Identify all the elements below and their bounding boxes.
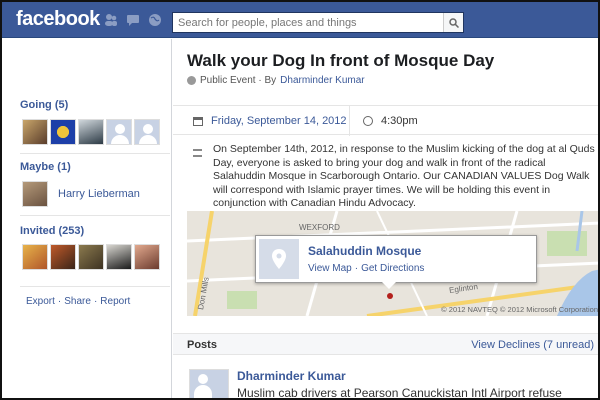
search-box[interactable]: [172, 12, 464, 33]
event-map[interactable]: WEXFORD Eglinton Don Mills © 2012 NAVTEQ…: [187, 211, 598, 316]
friend-requests-icon[interactable]: [104, 13, 118, 27]
event-title: Walk your Dog In front of Mosque Day: [187, 51, 495, 70]
event-info-bar: Friday, September 14, 2012 4:30pm: [173, 105, 598, 136]
map-copyright: © 2012 NAVTEQ © 2012 Microsoft Corporati…: [441, 305, 598, 314]
posts-header: Posts View Declines (7 unread): [173, 333, 598, 355]
messages-icon[interactable]: [126, 13, 140, 27]
left-column: Going (5) Maybe (1) Harry Lieberman Invi…: [2, 39, 172, 398]
avatar[interactable]: [134, 119, 160, 145]
top-bar: facebook: [2, 2, 598, 38]
event-host-link[interactable]: Dharminder Kumar: [280, 75, 364, 86]
going-heading[interactable]: Going (5): [20, 99, 68, 111]
place-name-link[interactable]: Salahuddin Mosque: [308, 244, 421, 258]
search-input[interactable]: [173, 13, 443, 32]
separator: ·: [93, 296, 98, 307]
search-icon: [448, 17, 459, 28]
street-label: WEXFORD: [299, 223, 340, 232]
screenshot-frame: facebook Going (5): [0, 0, 600, 400]
maybe-list-item[interactable]: Harry Lieberman: [22, 181, 140, 207]
notifications-globe-icon[interactable]: [148, 13, 162, 27]
avatar[interactable]: [78, 244, 104, 270]
facebook-logo[interactable]: facebook: [16, 8, 100, 31]
description-icon: [193, 149, 202, 157]
invited-avatars: [22, 244, 160, 270]
clock-icon: [363, 116, 373, 126]
jewel-icons: [104, 13, 162, 27]
get-directions-link[interactable]: Get Directions: [361, 263, 424, 274]
event-footer-links: Export · Share · Report: [26, 296, 130, 307]
map-place-popup: Salahuddin Mosque View Map · Get Directi…: [255, 235, 537, 283]
share-link[interactable]: Share: [64, 296, 91, 307]
avatar[interactable]: [106, 119, 132, 145]
maybe-person-name[interactable]: Harry Lieberman: [58, 188, 140, 200]
post-author-avatar[interactable]: [189, 369, 229, 398]
event-description: On September 14th, 2012, in response to …: [213, 143, 595, 209]
map-pin-icon: [272, 249, 286, 269]
divider: [349, 106, 350, 136]
avatar[interactable]: [22, 181, 48, 207]
avatar[interactable]: [50, 119, 76, 145]
event-subtitle: Public Event · By Dharminder Kumar: [187, 75, 365, 86]
main-column: Walk your Dog In front of Mosque Day Pub…: [173, 39, 598, 400]
event-time-text: 4:30pm: [381, 115, 418, 127]
post-author-name[interactable]: Dharminder Kumar: [237, 369, 346, 383]
maybe-heading[interactable]: Maybe (1): [20, 161, 71, 173]
search-button[interactable]: [443, 13, 463, 32]
location-marker[interactable]: [387, 293, 393, 299]
globe-icon: [187, 76, 196, 85]
divider: [20, 153, 170, 154]
event-visibility: Public Event · By: [200, 75, 277, 86]
avatar[interactable]: [134, 244, 160, 270]
view-declines-link[interactable]: View Declines (7 unread): [471, 339, 594, 351]
avatar[interactable]: [78, 119, 104, 145]
avatar[interactable]: [22, 244, 48, 270]
avatar[interactable]: [22, 119, 48, 145]
posts-title: Posts: [187, 339, 217, 351]
invited-heading[interactable]: Invited (253): [20, 225, 84, 237]
going-avatars: [22, 119, 160, 145]
place-thumbnail[interactable]: [259, 239, 299, 279]
post-text: Muslim cab drivers at Pearson Canuckista…: [237, 386, 562, 400]
view-map-link[interactable]: View Map: [308, 263, 352, 274]
event-date-text[interactable]: Friday, September 14, 2012: [211, 115, 347, 127]
avatar[interactable]: [106, 244, 132, 270]
popup-pointer: [382, 282, 396, 289]
calendar-icon: [193, 116, 203, 126]
event-date[interactable]: Friday, September 14, 2012: [193, 115, 347, 127]
separator: ·: [354, 263, 359, 274]
export-link[interactable]: Export: [26, 296, 55, 307]
place-links: View Map · Get Directions: [308, 263, 424, 274]
divider: [20, 286, 170, 287]
divider: [20, 215, 170, 216]
separator: ·: [57, 296, 62, 307]
report-link[interactable]: Report: [100, 296, 130, 307]
avatar[interactable]: [50, 244, 76, 270]
event-time: 4:30pm: [363, 115, 418, 127]
